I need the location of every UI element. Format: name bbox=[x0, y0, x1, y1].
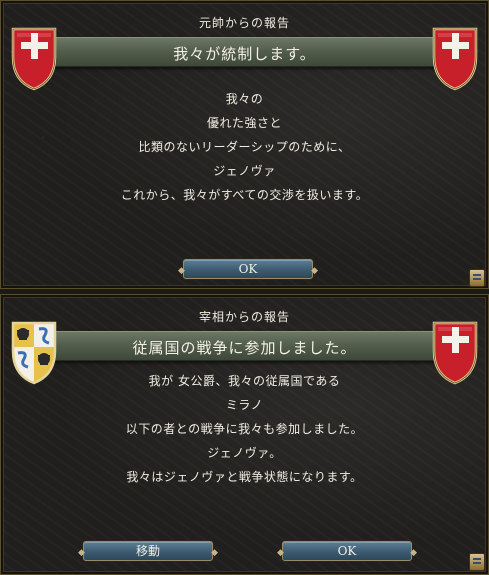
dialog-title: 従属国の戦争に参加しました。 bbox=[132, 339, 357, 357]
body-line: 我が 女公爵、我々の従属国である bbox=[148, 374, 341, 388]
event-dialog-control: · 元帥からの報告 我々が統制します。 我々の 優れた強さと 比類のないリーダー… bbox=[0, 0, 489, 289]
body-line: ジェノヴァ。 bbox=[207, 446, 282, 460]
event-dialog-vassal-war: 宰相からの報告 従属国の戦争に参加しました。 我が 女公爵、我々の従属国である … bbox=[0, 294, 489, 575]
ok-button[interactable]: OK bbox=[178, 259, 318, 280]
genoa-cross-shield-icon[interactable] bbox=[9, 23, 59, 93]
ledger-icon[interactable] bbox=[469, 269, 485, 287]
body-line: ミラノ bbox=[225, 398, 264, 412]
ledger-icon[interactable] bbox=[469, 553, 485, 571]
title-banner: 従属国の戦争に参加しました。 bbox=[11, 331, 478, 361]
title-banner: 我々が統制します。 bbox=[11, 37, 478, 67]
body-line: 我々の bbox=[225, 92, 264, 106]
body-line: 比類のないリーダーシップのために、 bbox=[138, 140, 351, 154]
goto-button[interactable]: 移動 bbox=[78, 541, 218, 562]
dialog-body: 我が 女公爵、我々の従属国である ミラノ 以下の者との戦争に我々も参加しました。… bbox=[1, 369, 488, 489]
body-line: 以下の者との戦争に我々も参加しました。 bbox=[125, 422, 364, 436]
ok-button[interactable]: OK bbox=[277, 541, 417, 562]
dialog-header: 元帥からの報告 bbox=[198, 16, 290, 30]
dialog-body: 我々の 優れた強さと 比類のないリーダーシップのために、 ジェノヴァ これから、… bbox=[1, 87, 488, 207]
body-line: これから、我々がすべての交渉を扱います。 bbox=[120, 188, 369, 202]
dialog-header: 宰相からの報告 bbox=[198, 310, 290, 324]
genoa-cross-shield-icon[interactable] bbox=[430, 23, 480, 93]
body-line: 優れた強さと bbox=[206, 116, 282, 130]
body-line: ジェノヴァ bbox=[213, 164, 276, 178]
body-line: 我々はジェノヴァと戦争状態になります。 bbox=[126, 470, 363, 484]
dialog-title: 我々が統制します。 bbox=[173, 45, 316, 63]
